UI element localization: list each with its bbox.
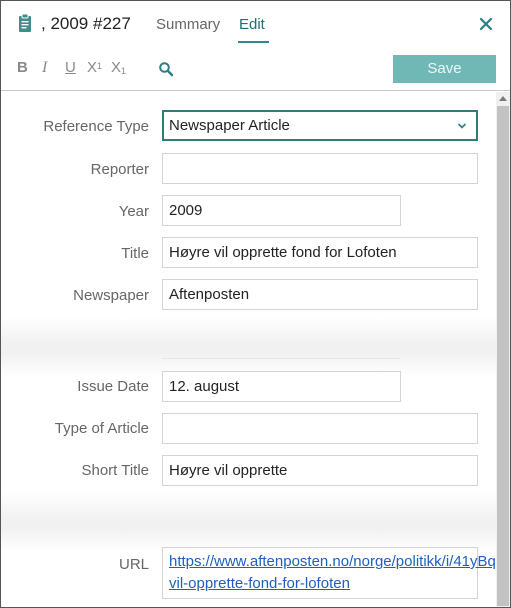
superscript-label: X — [87, 59, 98, 76]
short-title-field[interactable]: Høyre vil opprette — [162, 455, 478, 486]
year-label: Year — [118, 203, 149, 220]
type-of-article-label: Type of Article — [54, 420, 149, 437]
edit-form: Reference Type Newspaper Article Reporte… — [1, 92, 510, 607]
issue-date-label: Issue Date — [77, 378, 149, 395]
subscript-label: X — [111, 59, 122, 76]
close-icon[interactable] — [477, 15, 495, 33]
url-label: URL — [118, 556, 149, 573]
reporter-field[interactable] — [162, 153, 478, 184]
subscript-button[interactable]: X1 — [111, 59, 126, 77]
clipboard-icon — [19, 13, 31, 32]
short-title-label: Short Title — [81, 462, 149, 479]
year-field[interactable]: 2009 — [162, 195, 401, 226]
scroll-up-arrow-icon[interactable] — [499, 95, 507, 101]
newspaper-field[interactable]: Aftenposten — [162, 279, 478, 310]
title-label: Title — [121, 245, 149, 262]
reference-editor-panel: , 2009 #227 Summary Edit B I U X1 X1 Sav… — [0, 0, 511, 608]
vertical-scrollbar[interactable] — [496, 92, 510, 607]
issue-date-field[interactable]: 12. august — [162, 371, 401, 402]
section-gap — [1, 317, 496, 377]
tab-edit[interactable]: Edit — [239, 16, 265, 33]
tab-summary[interactable]: Summary — [156, 16, 220, 33]
newspaper-label: Newspaper — [73, 287, 149, 304]
reference-type-select[interactable]: Newspaper Article — [162, 110, 478, 141]
url-link[interactable]: https://www.aftenposten.no/norge/politik… — [169, 553, 510, 592]
reference-type-value: Newspaper Article — [169, 117, 290, 134]
search-icon[interactable] — [158, 61, 174, 77]
type-of-article-field[interactable] — [162, 413, 478, 444]
underline-button[interactable]: U — [65, 59, 76, 77]
editor-header: , 2009 #227 Summary Edit B I U X1 X1 Sav… — [1, 1, 510, 91]
save-button[interactable]: Save — [393, 55, 496, 83]
superscript-button[interactable]: X1 — [87, 59, 102, 77]
chevron-down-icon — [457, 123, 467, 129]
reference-type-label: Reference Type — [43, 118, 149, 135]
bold-button[interactable]: B — [17, 59, 28, 77]
reporter-label: Reporter — [90, 161, 149, 178]
italic-button[interactable]: I — [42, 59, 47, 77]
title-field[interactable]: Høyre vil opprette fond for Lofoten — [162, 237, 478, 268]
superscript-mark: 1 — [97, 61, 103, 71]
section-gap-2 — [1, 492, 496, 552]
reference-title: , 2009 #227 — [41, 14, 131, 33]
active-tab-indicator — [238, 41, 269, 43]
gap-divider — [162, 358, 400, 359]
scrollbar-thumb[interactable] — [497, 106, 509, 606]
url-field[interactable]: https://www.aftenposten.no/norge/politik… — [162, 547, 510, 599]
subscript-mark: 1 — [121, 66, 127, 76]
